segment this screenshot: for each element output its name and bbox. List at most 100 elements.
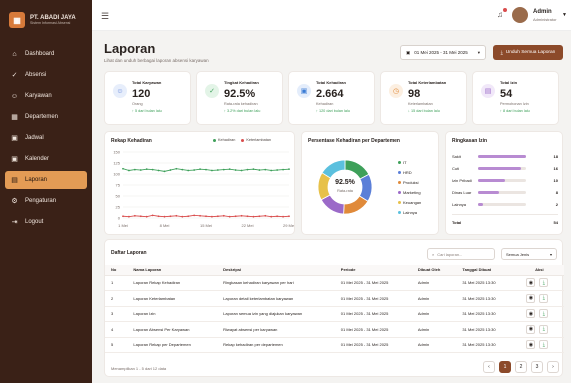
search-placeholder: Cari laporan...	[437, 251, 463, 257]
sidebar-item-jadwal[interactable]: ▣ Jadwal	[5, 129, 87, 147]
table-cell: 3	[105, 306, 128, 322]
x-tick-label: 29 Mei	[283, 223, 294, 228]
date-range-picker[interactable]: ▣ 01 Mei 2025 - 31 Mei 2025 ▾	[400, 45, 486, 60]
data-point-keterlambatan	[288, 215, 290, 218]
sidebar-item-kalender[interactable]: ▣ Kalender	[5, 150, 87, 168]
document-icon: ▤	[481, 84, 495, 98]
download-icon[interactable]: ⤓	[539, 278, 549, 288]
notification-badge	[503, 8, 507, 12]
eye-icon[interactable]: ◉	[526, 309, 536, 319]
ringkasan-count: 16	[553, 166, 558, 171]
stat-card[interactable]: ✓ Tingkat Kehadiran 92.5% Rata-rata kehadir…	[196, 71, 283, 125]
table-row[interactable]: 3 Laporan Izin Laporan semua izin yang dia…	[105, 306, 564, 322]
download-icon[interactable]: ⤓	[539, 293, 549, 303]
page-button-3[interactable]: 3	[531, 361, 543, 373]
menu-icon[interactable]: ☰	[101, 11, 109, 22]
data-point-kehadiran	[282, 168, 284, 171]
table-header-6: Aksi	[514, 265, 564, 276]
y-tick-label: 25	[116, 205, 121, 210]
sidebar-item-logout[interactable]: ⇥ Logout	[5, 213, 87, 231]
data-point-keterlambatan	[145, 215, 148, 218]
table-row[interactable]: 5 Laporan Rekap per Departemen Rekap kehad…	[105, 337, 564, 353]
table-cell: Laporan Absensi Per Karyawan	[127, 321, 218, 338]
eye-icon[interactable]: ◉	[526, 340, 536, 350]
table-cell: Laporan Rekap per Departemen	[127, 337, 218, 353]
download-icon[interactable]: ⤓	[539, 324, 549, 334]
search-input[interactable]: ⌕ Cari laporan...	[427, 248, 495, 260]
table-cell: Laporan Rekap Kehadiran	[127, 275, 218, 291]
sidebar-item-laporan[interactable]: ▤ Laporan	[5, 171, 87, 189]
data-point-kehadiran	[288, 168, 290, 171]
table-cell: Laporan Izin	[127, 306, 218, 322]
table-row[interactable]: 4 Laporan Absensi Per Karyawan Riwayat abs…	[105, 321, 564, 338]
table-cell: Laporan detail keterlambatan karyawan	[217, 290, 335, 307]
chevron-down-icon[interactable]: ▼	[562, 12, 567, 18]
ringkasan-name: Dinas Luar	[452, 190, 472, 195]
table-row[interactable]: 1 Laporan Rekap Kehadiran Ringkasan kehadi…	[105, 275, 564, 291]
ringkasan-bar-track	[478, 167, 526, 170]
rekap-kehadiran-card: Rekap Kehadiran Kehadiran Keterlambatan …	[104, 131, 295, 235]
ringkasan-row: Cuti 16	[452, 166, 558, 171]
table-cell: Laporan semua izin yang diajukan karyawa…	[217, 306, 335, 322]
brand[interactable]: ▦ PT. ABADI JAYA Sistem Informasi Absens…	[0, 0, 92, 42]
eye-icon[interactable]: ◉	[526, 293, 536, 303]
filter-select[interactable]: Semua Jenis ▾	[501, 248, 557, 260]
ringkasan-bar-fill	[478, 191, 500, 194]
download-all-label: Unduh Semua Laporan	[505, 50, 556, 55]
table-actions: ◉ ⤓	[514, 275, 564, 291]
y-tick-label: 100	[113, 172, 120, 177]
data-point-keterlambatan	[282, 215, 284, 218]
legend-item-kehadiran: Kehadiran	[213, 138, 235, 142]
data-point-keterlambatan	[252, 215, 255, 218]
eye-icon[interactable]: ◉	[526, 278, 536, 288]
table-cell: 01 Mei 2025 - 31 Mei 2025	[334, 337, 412, 353]
download-all-button[interactable]: ⤓ Unduh Semua Laporan	[493, 45, 563, 60]
data-point-keterlambatan	[128, 215, 130, 218]
stat-card[interactable]: ▣ Total Kehadiran 2.664 Kehadiran ↑ 120 dari…	[288, 71, 375, 125]
check-circle-icon: ✓	[205, 84, 219, 98]
bell-icon[interactable]: ♫	[497, 10, 503, 19]
ringkasan-izin-card: Ringkasan Izin Sakit 18 Cuti 16 Izin Pribadi…	[445, 131, 563, 235]
page-title: Laporan	[104, 41, 156, 56]
chevron-left-icon[interactable]: ‹	[483, 361, 495, 373]
sidebar-item-absensi[interactable]: ✓ Absensi	[5, 66, 87, 84]
table-row[interactable]: 2 Laporan Keterlambatan Laporan detail ket…	[105, 290, 564, 307]
calendar-icon: ▣	[11, 135, 18, 142]
table-cell: 01 Mei 2025 - 31 Mei 2025	[334, 306, 412, 322]
sidebar-item-karyawan[interactable]: ☺ Karyawan	[5, 87, 87, 105]
stat-card[interactable]: ▤ Total Izin 54 Permohonan Izin ↑ 8 dari bul…	[472, 71, 559, 125]
ringkasan-total-row: Total 54	[452, 220, 558, 225]
data-point-keterlambatan	[169, 215, 172, 218]
data-point-keterlambatan	[193, 214, 196, 217]
eye-icon[interactable]: ◉	[526, 324, 536, 334]
ringkasan-bar-fill	[478, 203, 484, 206]
download-icon[interactable]: ⤓	[539, 309, 549, 319]
users-icon: ☺	[10, 92, 19, 100]
chevron-right-icon[interactable]: ›	[547, 361, 559, 373]
table-cell: 1	[105, 275, 128, 291]
table-header-2: Deskripsi	[217, 265, 335, 276]
page-button-2[interactable]: 2	[515, 361, 527, 373]
page-button-1[interactable]: 1	[499, 361, 511, 373]
avatar[interactable]	[512, 7, 528, 23]
pagination: ‹ 1 2 3 ›	[483, 361, 559, 373]
stat-card[interactable]: ◷ Total Keterlambatan 98 Keterlambatan ↓ 15 …	[380, 71, 467, 125]
sidebar-item-dashboard[interactable]: ⌂ Dashboard	[5, 45, 87, 63]
data-point-kehadiran	[122, 167, 124, 170]
stat-card[interactable]: ☺ Total Karyawan 120 Orang ↑ 5 dari bulan la…	[104, 71, 191, 125]
sidebar-item-label: Laporan	[25, 177, 48, 183]
stats-row: ☺ Total Karyawan 120 Orang ↑ 5 dari bulan la…	[104, 71, 559, 125]
data-point-kehadiran	[199, 168, 201, 171]
sidebar-item-pengaturan[interactable]: ⚙ Pengaturan	[5, 192, 87, 210]
stat-label: Total Keterlambatan	[408, 80, 447, 85]
data-point-keterlambatan	[211, 215, 213, 218]
download-icon[interactable]: ⤓	[539, 340, 549, 350]
table-actions: ◉ ⤓	[514, 321, 564, 338]
ringkasan-count: 18	[553, 154, 558, 159]
user-name[interactable]: Admin	[533, 9, 552, 15]
data-point-keterlambatan	[157, 215, 160, 218]
sidebar-item-departemen[interactable]: ▦ Departemen	[5, 108, 87, 126]
ringkasan-bar-track	[478, 203, 526, 206]
table-header-row: No Nama Laporan Deskripsi Periode Dibuat Ole…	[105, 265, 564, 276]
donut-center-value: 92.5%	[335, 179, 355, 186]
